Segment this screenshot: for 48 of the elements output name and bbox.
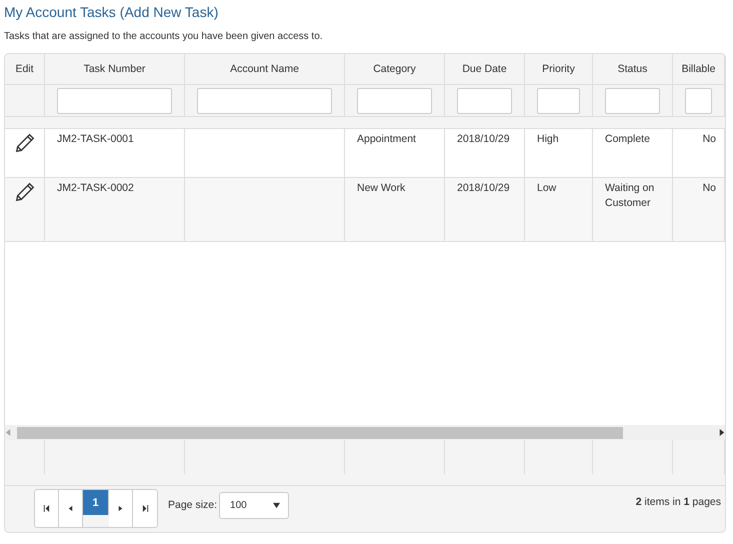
left-arrow-icon [5,429,12,436]
table-cell: 2018/10/29 [445,178,525,241]
previous-page-button[interactable] [59,490,83,527]
table-cell: No [673,129,725,177]
horizontal-scrollbar[interactable] [5,425,725,440]
caret-icon [273,502,280,509]
description: Tasks that are assigned to the accounts you have been given access to. [4,30,324,43]
items-summary: 2 items in 1 pages [636,496,721,508]
first-page-icon [43,505,50,512]
column-header[interactable]: Priority [525,54,593,84]
column-header[interactable]: Account Name [185,54,345,84]
column-header[interactable]: Edit [5,54,45,84]
table-cell: High [525,129,593,177]
table-cell: No [673,178,725,241]
table-cell: Waiting on Customer [593,178,673,241]
column-header[interactable]: Status [593,54,673,84]
filter-field[interactable] [685,88,712,114]
right-arrow-icon [117,505,124,512]
pencil-icon[interactable] [14,181,36,203]
table-cell: JM2-TASK-0002 [45,178,185,241]
filter-field[interactable] [357,88,432,114]
left-arrow-icon [67,505,74,512]
filter-field[interactable] [537,88,580,114]
column-header[interactable]: Task Number [45,54,185,84]
column-header[interactable]: Category [345,54,445,84]
filter-field[interactable] [197,88,332,114]
table-cell: Complete [593,129,673,177]
table-cell: Appointment [345,129,445,177]
right-arrow-icon [718,429,725,436]
filter-field[interactable] [605,88,660,114]
table-cell: Low [525,178,593,241]
last-page-icon [142,505,148,512]
column-header[interactable]: Billable [673,54,725,84]
table-cell: New Work [345,178,445,241]
page-size-select[interactable]: 100 [219,492,290,519]
page-title: My Account Tasks [4,3,116,21]
pencil-icon[interactable] [14,132,36,154]
add-task-link[interactable]: (Add New Task) [120,3,218,21]
page-size-label: Page size: [168,499,218,511]
filter-field[interactable] [457,88,512,114]
table-cell: JM2-TASK-0001 [45,129,185,177]
next-page-button[interactable] [109,490,133,527]
first-page-button[interactable] [35,490,59,527]
page-button[interactable]: 1 [83,490,109,515]
filter-field[interactable] [57,88,172,114]
table-cell: 2018/10/29 [445,129,525,177]
last-page-button[interactable] [133,490,157,527]
column-header[interactable]: Due Date [445,54,525,84]
